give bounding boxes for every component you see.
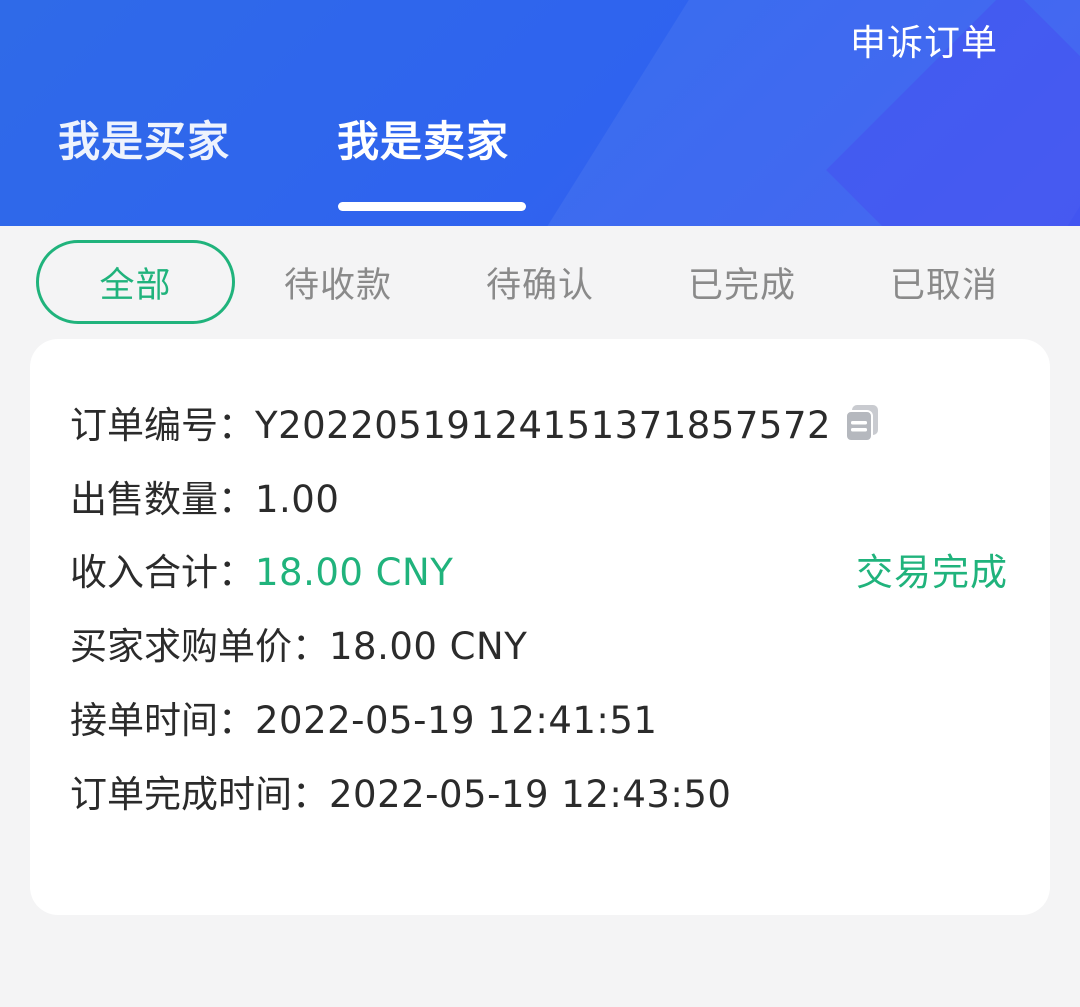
sell-quantity-label: 出售数量： [70,478,255,521]
complete-time-value: 2022-05-19 12:43:50 [329,773,732,816]
complete-time-row: 订单完成时间：2022-05-19 12:43:50 [70,769,731,821]
accept-time-value: 2022-05-19 12:41:51 [255,699,658,742]
sell-quantity-row: 出售数量：1.00 [70,474,339,526]
sell-quantity-value: 1.00 [255,478,340,521]
filter-all[interactable]: 全部 [36,240,235,324]
order-number-value: Y20220519124151371857572 [255,404,832,447]
filter-cancelled[interactable]: 已取消 [876,240,1012,324]
filter-pending-payment[interactable]: 待收款 [270,240,406,324]
active-tab-indicator [338,202,526,211]
order-number-label: 订单编号： [70,404,255,447]
top-header: 申诉订单 我是买家 我是卖家 [0,0,1080,226]
unit-price-label: 买家求购单价： [70,625,329,668]
tab-seller[interactable]: 我是卖家 [337,114,509,170]
copy-icon[interactable] [844,403,882,443]
complete-time-label: 订单完成时间： [70,773,329,816]
filter-completed[interactable]: 已完成 [674,240,810,324]
appeal-orders-link[interactable]: 申诉订单 [850,22,998,66]
tab-buyer[interactable]: 我是买家 [58,114,230,170]
unit-price-value: 18.00 CNY [329,625,528,668]
income-total-label: 收入合计： [70,551,255,594]
accept-time-label: 接单时间： [70,699,255,742]
order-number-row: 订单编号：Y20220519124151371857572 [70,400,831,452]
unit-price-row: 买家求购单价：18.00 CNY [70,621,527,673]
income-total-value: 18.00 CNY [255,551,454,594]
income-total-row: 收入合计：18.00 CNY [70,547,453,599]
filter-pending-confirm[interactable]: 待确认 [472,240,608,324]
order-card[interactable]: 订单编号：Y20220519124151371857572 出售数量：1.00 … [30,339,1050,915]
status-badge: 交易完成 [856,551,1008,594]
accept-time-row: 接单时间：2022-05-19 12:41:51 [70,695,657,747]
